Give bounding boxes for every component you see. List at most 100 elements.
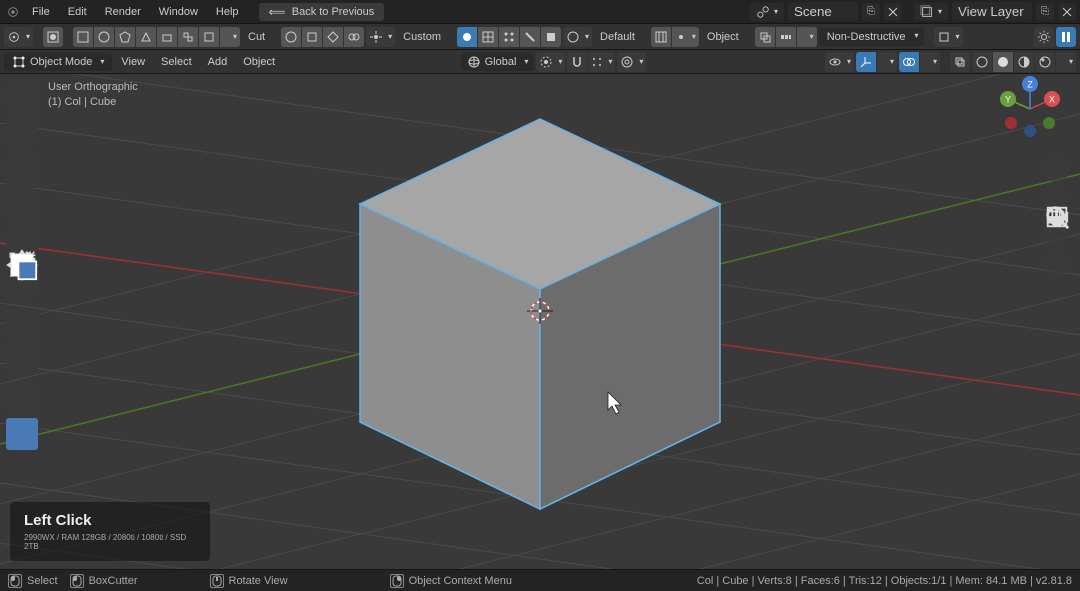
3d-viewport[interactable]: X Y Z User Orthographic (1) Col | Cube — [0, 74, 1080, 569]
eye-icon — [828, 55, 842, 69]
op-cut-button[interactable] — [281, 27, 301, 47]
scene-icon-button[interactable]: ▾ — [750, 3, 784, 21]
gizmo-toggle[interactable] — [856, 52, 876, 72]
viewlayer-icon-button[interactable]: ▾ — [914, 3, 948, 21]
menu-help[interactable]: Help — [208, 3, 247, 21]
mode-label: Object Mode — [30, 56, 92, 68]
mod-bool-button[interactable] — [755, 27, 775, 47]
scene-icon — [756, 5, 770, 19]
overlays-toggle[interactable] — [899, 52, 919, 72]
tool-cursor-button[interactable] — [43, 27, 63, 47]
top-menubar: File Edit Render Window Help ⟸ Back to P… — [0, 0, 1080, 24]
object-types-visibility[interactable] — [825, 52, 854, 72]
shape-ngon-button[interactable] — [115, 27, 135, 47]
shape-circle-button[interactable] — [94, 27, 114, 47]
mouse-left-icon — [8, 574, 22, 588]
pivot-dropdown[interactable] — [366, 27, 395, 47]
proportional-dropdown[interactable] — [617, 52, 646, 72]
object-label: Object — [701, 31, 745, 43]
status-rotate: Rotate View — [229, 575, 288, 587]
action-info-overlay: Left Click 2990WX / RAM 128GB / 2080ti /… — [10, 502, 210, 561]
op-join-button[interactable] — [344, 27, 364, 47]
snap-face-button[interactable] — [541, 27, 561, 47]
shading-wireframe[interactable] — [972, 52, 992, 72]
snap-grid-button[interactable] — [478, 27, 498, 47]
gizmo-dropdown[interactable] — [877, 52, 897, 72]
viewport-gizmo-column — [1044, 156, 1070, 278]
viewport-menu-add[interactable]: Add — [201, 53, 235, 71]
delete-viewlayer-button[interactable] — [1058, 3, 1076, 21]
grid-icon — [1044, 156, 1070, 278]
blender-logo-icon — [4, 3, 22, 21]
menu-edit[interactable]: Edit — [60, 3, 95, 21]
status-stats: Col | Cube | Verts:8 | Faces:6 | Tris:12… — [697, 575, 1072, 587]
status-bar: Select BoxCutter Rotate View Object Cont… — [0, 569, 1080, 591]
perspective-gizmo[interactable] — [1044, 252, 1070, 278]
svg-text:Z: Z — [1027, 80, 1033, 90]
mouse-middle-icon — [210, 574, 224, 588]
new-scene-button[interactable]: ⎘ — [862, 3, 880, 21]
snap-vert-button[interactable] — [499, 27, 519, 47]
delete-scene-button[interactable] — [884, 3, 902, 21]
mode-dropdown[interactable]: Object Mode ▾ — [4, 53, 112, 71]
shape-dropdown[interactable] — [220, 27, 240, 47]
snap-toggle-button[interactable] — [457, 27, 477, 47]
nondestructive-dropdown[interactable]: Non-Destructive ▾ — [819, 28, 924, 46]
settings-button[interactable] — [1034, 27, 1054, 47]
status-select: Select — [27, 575, 58, 587]
custom-label: Custom — [397, 31, 447, 43]
shape-custom-button[interactable] — [136, 27, 156, 47]
snap-type-dropdown[interactable] — [588, 52, 615, 72]
viewport-menu-select[interactable]: Select — [154, 53, 199, 71]
pause-icon — [1060, 31, 1072, 43]
viewport-overlay-info: User Orthographic (1) Col | Cube — [48, 80, 138, 111]
shape-wedge-button[interactable] — [157, 27, 177, 47]
main-toolbar: Cut Custom Default Object Non-Destr — [0, 24, 1080, 50]
op-slice-button[interactable] — [302, 27, 322, 47]
tool-boxcutter[interactable] — [6, 418, 38, 450]
snap-edge-button[interactable] — [520, 27, 540, 47]
shape-more-button[interactable] — [178, 27, 198, 47]
scene-name-input[interactable] — [788, 2, 858, 21]
shape-asset-button[interactable] — [199, 27, 219, 47]
global-icon — [467, 55, 481, 69]
op-inset-button[interactable] — [323, 27, 343, 47]
menu-window[interactable]: Window — [151, 3, 206, 21]
menu-render[interactable]: Render — [97, 3, 149, 21]
viewport-menu-object[interactable]: Object — [236, 53, 282, 71]
back-label: Back to Previous — [292, 6, 375, 18]
shape-box-button[interactable] — [73, 27, 93, 47]
svg-text:Y: Y — [1005, 95, 1011, 105]
editor-type-dropdown[interactable] — [4, 27, 33, 47]
shading-rendered[interactable] — [1035, 52, 1055, 72]
shading-dropdown[interactable] — [1056, 52, 1076, 72]
menu-file[interactable]: File — [24, 3, 58, 21]
viewlayer-name-input[interactable] — [952, 2, 1032, 21]
pivot-point-dropdown[interactable] — [536, 52, 565, 72]
xray-toggle[interactable] — [950, 52, 970, 72]
pause-button[interactable] — [1056, 27, 1076, 47]
mod-dropdown[interactable] — [797, 27, 817, 47]
origin-grid-button[interactable] — [651, 27, 671, 47]
orientation-dropdown[interactable]: Global ▾ — [461, 53, 535, 71]
viewlayer-icon — [920, 5, 934, 19]
active-object-label: (1) Col | Cube — [48, 95, 138, 110]
shading-lookdev[interactable] — [1014, 52, 1034, 72]
cut-label: Cut — [242, 31, 271, 43]
snap-toggle[interactable] — [567, 52, 587, 72]
default-label: Default — [594, 31, 641, 43]
snap-options-dropdown[interactable] — [563, 27, 592, 47]
navigation-gizmo: X Y Z — [1000, 76, 1060, 137]
new-viewlayer-button[interactable]: ⎘ — [1036, 3, 1054, 21]
shading-solid[interactable] — [993, 52, 1013, 72]
mouse-left-icon-2 — [70, 574, 84, 588]
viewport-menu-view[interactable]: View — [114, 53, 152, 71]
collection-dropdown[interactable] — [934, 27, 963, 47]
mod-array-button[interactable] — [776, 27, 796, 47]
overlays-dropdown[interactable] — [920, 52, 940, 72]
svg-text:X: X — [1049, 95, 1055, 105]
origin-dropdown[interactable] — [672, 27, 699, 47]
status-boxcutter: BoxCutter — [89, 575, 138, 587]
back-to-previous-button[interactable]: ⟸ Back to Previous — [259, 3, 385, 21]
viewport-header: Object Mode ▾ View Select Add Object Glo… — [0, 50, 1080, 74]
